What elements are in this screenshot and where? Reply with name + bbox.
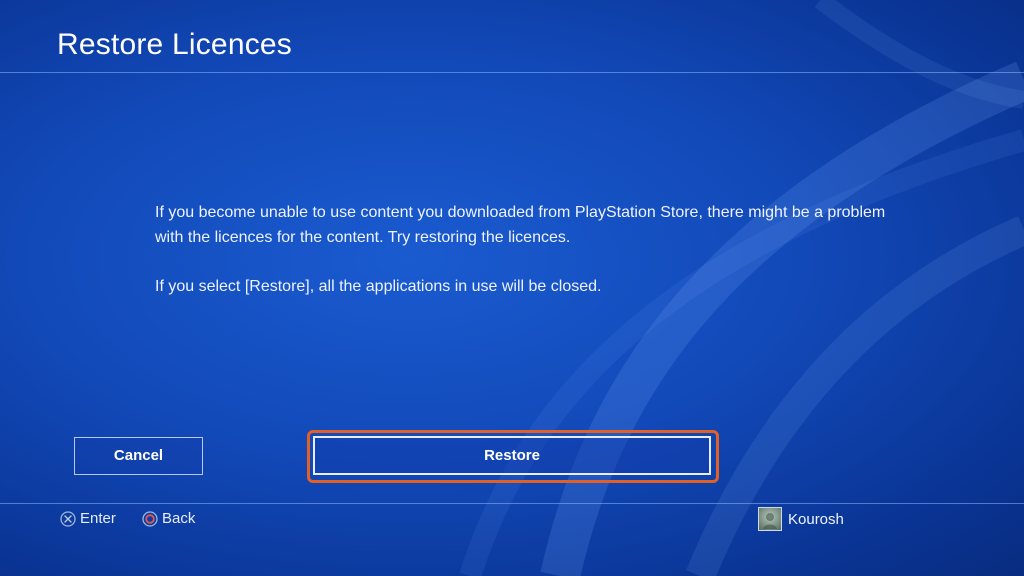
message-body: If you become unable to use content you … bbox=[155, 200, 895, 323]
enter-hint: Enter bbox=[60, 509, 116, 529]
enter-hint-label: Enter bbox=[80, 510, 116, 527]
back-hint: Back bbox=[142, 509, 195, 529]
back-hint-label: Back bbox=[162, 510, 196, 527]
message-paragraph-1: If you become unable to use content you … bbox=[155, 204, 886, 246]
footer-divider bbox=[0, 503, 1024, 504]
cross-button-icon bbox=[60, 511, 76, 527]
cancel-button[interactable]: Cancel bbox=[74, 437, 203, 475]
page-title: Restore Licences bbox=[57, 28, 292, 61]
circle-button-icon bbox=[142, 511, 158, 527]
message-paragraph-2: If you select [Restore], all the applica… bbox=[155, 278, 602, 295]
header-divider bbox=[0, 72, 1024, 73]
user-avatar bbox=[758, 507, 782, 531]
restore-licences-screen: Restore Licences If you become unable to… bbox=[0, 0, 1024, 576]
restore-button[interactable]: Restore bbox=[313, 436, 711, 475]
user-indicator: Kourosh bbox=[758, 506, 844, 532]
user-name: Kourosh bbox=[788, 510, 844, 528]
